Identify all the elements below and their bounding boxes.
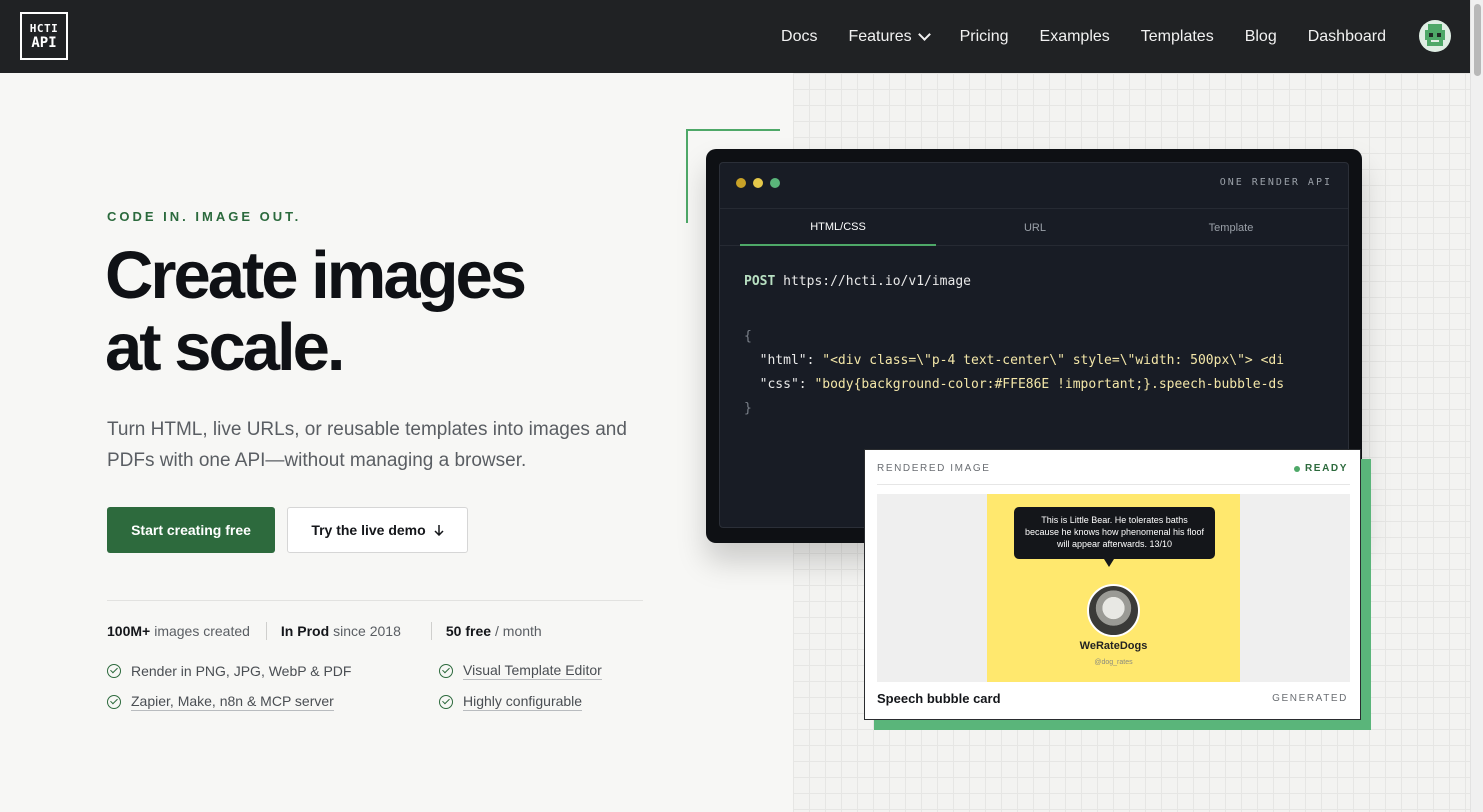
request-line: POST https://hcti.io/v1/image (744, 274, 971, 289)
code-window-title: ONE RENDER API (1219, 177, 1332, 188)
http-method: POST (744, 274, 776, 289)
status-dot-icon (1293, 465, 1300, 472)
card-divider (877, 484, 1350, 485)
chevron-down-icon (917, 27, 931, 41)
card-title: Speech bubble card (877, 691, 1001, 706)
headline-line1: Create images (105, 238, 527, 313)
nav-docs[interactable]: Docs (781, 28, 817, 46)
rendered-image-card: RENDERED IMAGE READY This is Little Bear… (864, 449, 1361, 720)
page-scrollbar[interactable] (1470, 0, 1483, 812)
try-demo-button[interactable]: Try the live demo (287, 507, 468, 553)
nav-links: Docs Features Pricing Examples Templates… (781, 0, 1386, 73)
tab-html-css[interactable]: HTML/CSS (740, 209, 936, 246)
feature-item: Visual Template Editor (439, 661, 639, 680)
top-navbar: HCTI API Docs Features Pricing Examples … (0, 0, 1470, 73)
speech-bubble-tail (1104, 559, 1114, 567)
try-demo-label: Try the live demo (311, 522, 426, 538)
nav-dashboard[interactable]: Dashboard (1308, 28, 1386, 46)
stat-images: 100M+ images created (107, 623, 250, 639)
generated-label: GENERATED (1272, 693, 1348, 704)
stat-separator (430, 622, 432, 640)
feature-template-editor-link[interactable]: Visual Template Editor (463, 662, 602, 680)
dog-avatar (1087, 584, 1140, 637)
stat-prod-label: since 2018 (333, 623, 401, 639)
feature-list: Render in PNG, JPG, WebP & PDF Visual Te… (107, 661, 627, 711)
hero-subtitle: Turn HTML, live URLs, or reusable templa… (107, 419, 627, 471)
feature-item: Zapier, Make, n8n & MCP server (107, 692, 439, 711)
hero-headline: Create images at scale. (105, 240, 665, 384)
speech-bubble-image: This is Little Bear. He tolerates baths … (987, 494, 1240, 682)
css-key: "css" (759, 377, 799, 392)
feature-integrations-link[interactable]: Zapier, Make, n8n & MCP server (131, 693, 334, 711)
stat-free: 50 free / month (446, 623, 542, 639)
tab-template[interactable]: Template (1133, 209, 1329, 246)
check-circle-icon (439, 694, 453, 709)
nav-examples[interactable]: Examples (1040, 28, 1110, 46)
stat-images-label: images created (154, 623, 250, 639)
ready-status: READY (1293, 463, 1348, 474)
ready-status-label: READY (1304, 463, 1348, 474)
stat-prod: In Prod since 2018 (281, 623, 401, 639)
feature-configurable-link[interactable]: Highly configurable (463, 693, 583, 711)
profile-name: WeRateDogs (1079, 640, 1148, 652)
logo-line2: API (31, 35, 57, 51)
hero-eyebrow: CODE IN. IMAGE OUT. (107, 209, 302, 224)
nav-pricing[interactable]: Pricing (960, 28, 1009, 46)
avatar-icon (1419, 20, 1451, 52)
request-body: { "html": "<div class=\"p-4 text-center\… (744, 325, 1314, 421)
profile-handle: @dog_rates (1094, 659, 1133, 666)
html-value: "<div class=\"p-4 text-center\" style=\"… (822, 353, 1285, 368)
css-value: "body{background-color:#FFE86E !importan… (814, 377, 1285, 392)
open-brace: { (744, 329, 752, 344)
nav-features[interactable]: Features (848, 27, 931, 46)
nav-templates[interactable]: Templates (1141, 28, 1214, 46)
nav-blog[interactable]: Blog (1245, 28, 1277, 46)
start-creating-button[interactable]: Start creating free (107, 507, 275, 553)
feature-item: Highly configurable (439, 692, 639, 711)
stats-row: 100M+ images created In Prod since 2018 … (107, 622, 542, 640)
stat-free-value: 50 free (445, 623, 492, 639)
code-tabs: HTML/CSS URL Template (720, 208, 1348, 246)
stat-prod-value: In Prod (280, 623, 330, 639)
check-circle-icon (439, 663, 453, 678)
check-circle-icon (107, 663, 121, 678)
tab-url[interactable]: URL (937, 209, 1133, 246)
stat-separator (265, 622, 267, 640)
hero-divider (107, 600, 643, 601)
feature-formats: Render in PNG, JPG, WebP & PDF (131, 662, 352, 679)
close-brace: } (744, 401, 752, 416)
window-dot-icon (736, 178, 746, 188)
endpoint-url: https://hcti.io/v1/image (783, 274, 971, 289)
stat-free-label: / month (495, 623, 542, 639)
feature-item: Render in PNG, JPG, WebP & PDF (107, 661, 439, 680)
arrow-down-icon (434, 525, 444, 536)
nav-features-label: Features (848, 27, 912, 45)
headline-line2: at scale. (105, 310, 345, 385)
card-header-label: RENDERED IMAGE (877, 463, 991, 474)
check-circle-icon (107, 694, 121, 709)
window-controls (736, 178, 780, 188)
window-dot-icon (753, 178, 763, 188)
logo-line1: HCTI (29, 22, 59, 35)
html-key: "html" (759, 353, 807, 368)
speech-bubble: This is Little Bear. He tolerates baths … (1014, 507, 1215, 559)
stat-images-value: 100M+ (107, 623, 151, 639)
hcti-logo[interactable]: HCTI API (20, 12, 68, 60)
user-avatar[interactable] (1419, 20, 1451, 52)
window-dot-icon (770, 178, 780, 188)
image-preview: This is Little Bear. He tolerates baths … (877, 494, 1350, 682)
scrollbar-thumb[interactable] (1474, 4, 1481, 76)
